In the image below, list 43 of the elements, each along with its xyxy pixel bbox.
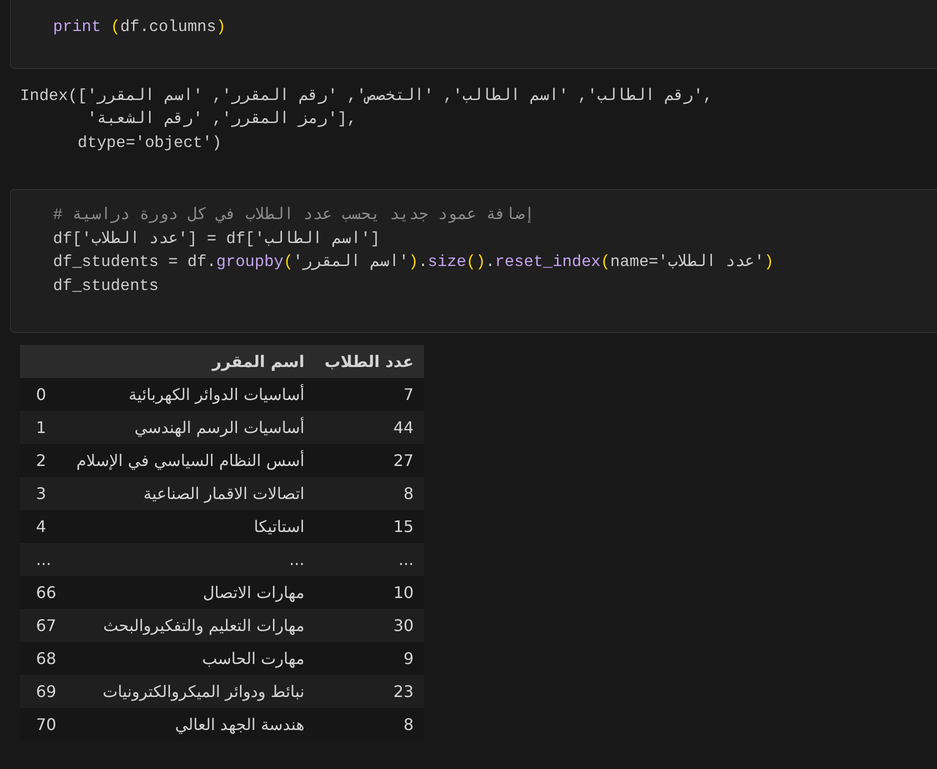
table-cell: 23: [314, 675, 424, 708]
code-line: print (df.columns): [53, 17, 227, 38]
table-cell: أساسيات الدوائر الكهربائية: [66, 378, 314, 411]
column-header: عدد الطلاب: [314, 345, 424, 378]
table-cell: مهارات التعليم والتفكيروالبحث: [66, 609, 314, 642]
column-header: اسم المقرر: [66, 345, 314, 378]
row-index: 3: [20, 477, 66, 510]
table-cell: هندسة الجهد العالي: [66, 708, 314, 741]
code-line: df['عدد الطلاب'] = df['اسم الطالب']: [53, 228, 381, 250]
code-cell[interactable]: print (df.columns): [10, 0, 937, 68]
table-cell: مهارات الاتصال: [66, 576, 314, 609]
table-cell: 10: [314, 576, 424, 609]
table-cell: 15: [314, 510, 424, 543]
table-cell: مهارت الحاسب: [66, 642, 314, 675]
output-line: dtype='object'): [76, 132, 223, 154]
row-index: 69: [20, 675, 66, 708]
table-cell: 44: [314, 411, 424, 444]
table-cell: أسس النظام السياسي في الإسلام: [66, 444, 314, 477]
row-index: 66: [20, 576, 66, 609]
output-line: 'رمز المقرر', 'رقم الشعبة'],: [86, 109, 358, 130]
row-index: ...: [20, 543, 66, 576]
row-index: 67: [20, 609, 66, 642]
row-index: 4: [20, 510, 66, 543]
row-index: 70: [20, 708, 66, 741]
table-cell: ...: [66, 543, 314, 576]
table-cell: اتصالات الاقمار الصناعية: [66, 477, 314, 510]
output-line: Index(['رقم الطالب', 'اسم الطالب', 'التخصص', 'رقم المقرر', 'اسم المقرر',: [20, 86, 714, 106]
code-line: df_students: [53, 276, 160, 296]
table-cell: 30: [314, 609, 424, 642]
table-cell: أساسيات الرسم الهندسي: [66, 411, 314, 444]
row-index: 68: [20, 642, 66, 675]
table-cell: 8: [314, 477, 424, 510]
table-cell: ...: [314, 543, 424, 576]
table-cell: استاتيكا: [66, 510, 314, 543]
table-cell: 7: [314, 378, 424, 411]
code-comment: # إضافة عمود جديد يحسب عدد الطلاب في كل دورة دراسية: [53, 205, 536, 226]
row-index: 2: [20, 444, 66, 477]
table-cell: 8: [314, 708, 424, 741]
row-index: 0: [20, 378, 66, 411]
row-index: 1: [20, 411, 66, 444]
table-cell: 9: [314, 642, 424, 675]
table-cell: 27: [314, 444, 424, 477]
table-cell: نبائط ودوائر الميكروالكترونيات: [66, 675, 314, 708]
